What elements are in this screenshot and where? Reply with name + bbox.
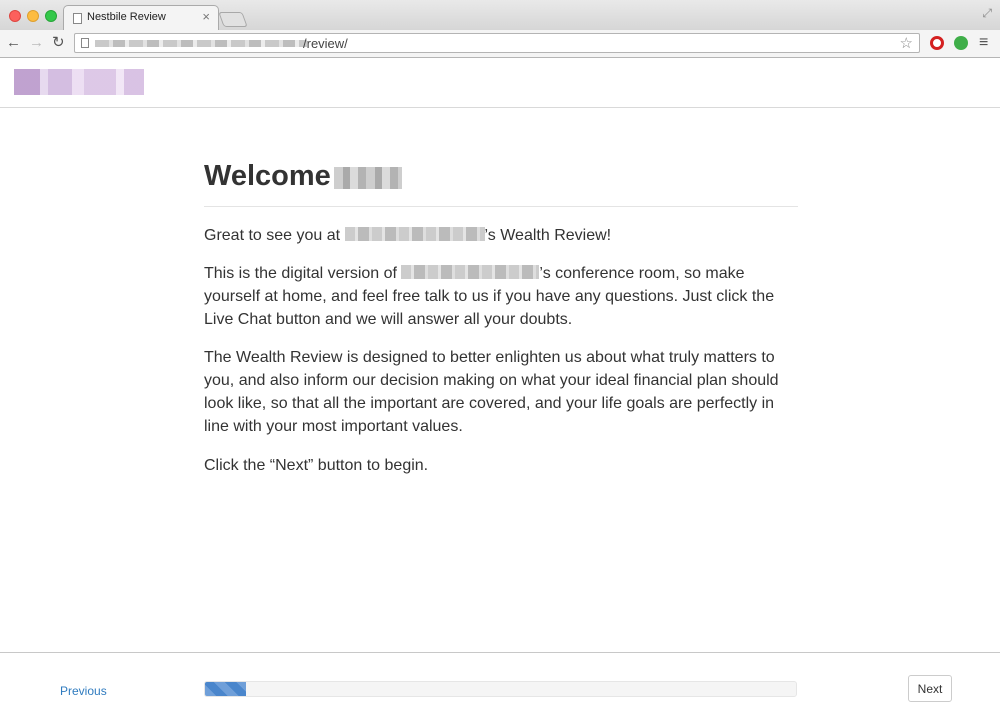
browser-titlebar: Nestbile Review × ⤢ (0, 0, 1000, 31)
browser-toolbar: ← → ↻ /review/ ☆ ≡ (0, 30, 1000, 58)
menu-icon[interactable]: ≡ (979, 34, 988, 52)
close-window-button[interactable] (9, 10, 21, 22)
footer-nav: Previous Next (0, 652, 1000, 728)
browser-tab[interactable]: Nestbile Review × (63, 5, 219, 31)
forward-arrow-icon[interactable]: → (29, 34, 44, 52)
main-content: Welcome Great to see you at ’s Wealth Re… (204, 150, 798, 474)
greeting-suffix: ’s Wealth Review! (484, 227, 612, 244)
reload-icon[interactable]: ↻ (52, 34, 65, 52)
next-button[interactable]: Next (908, 675, 952, 702)
greeting-text: Great to see you at (204, 227, 345, 244)
site-header (0, 58, 1000, 108)
user-name-redacted (334, 167, 402, 189)
back-arrow-icon[interactable]: ← (6, 34, 21, 52)
star-icon[interactable]: ☆ (900, 34, 913, 52)
evernote-icon[interactable] (954, 36, 968, 50)
page-title: Welcome (204, 160, 331, 192)
fullscreen-icon[interactable]: ⤢ (982, 6, 992, 21)
new-tab-button[interactable] (218, 12, 248, 27)
opera-icon[interactable] (930, 36, 944, 50)
greeting-paragraph: Great to see you at ’s Wealth Review! (204, 224, 798, 247)
zoom-window-button[interactable] (45, 10, 57, 22)
instruction-paragraph: Click the “Next” button to begin. (204, 457, 429, 474)
progress-fill (205, 682, 247, 696)
page-icon (73, 13, 82, 24)
url-host-redacted (95, 40, 307, 47)
description-paragraph: The Wealth Review is designed to better … (204, 349, 779, 435)
company-name-redacted (401, 265, 540, 279)
minimize-window-button[interactable] (27, 10, 39, 22)
url-path: /review/ (303, 36, 348, 51)
progress-bar (204, 681, 797, 697)
company-name-redacted (344, 227, 485, 241)
welcome-row: Welcome (204, 150, 798, 207)
tab-close-icon[interactable]: × (202, 10, 210, 24)
conference-text: This is the digital version of (204, 265, 402, 282)
tab-title: Nestbile Review (87, 11, 166, 23)
page-icon (81, 38, 89, 48)
conference-paragraph: This is the digital version of ’s confer… (204, 262, 798, 331)
logo[interactable] (14, 69, 144, 95)
address-bar[interactable]: /review/ ☆ (74, 33, 920, 53)
previous-link[interactable]: Previous (60, 684, 107, 698)
